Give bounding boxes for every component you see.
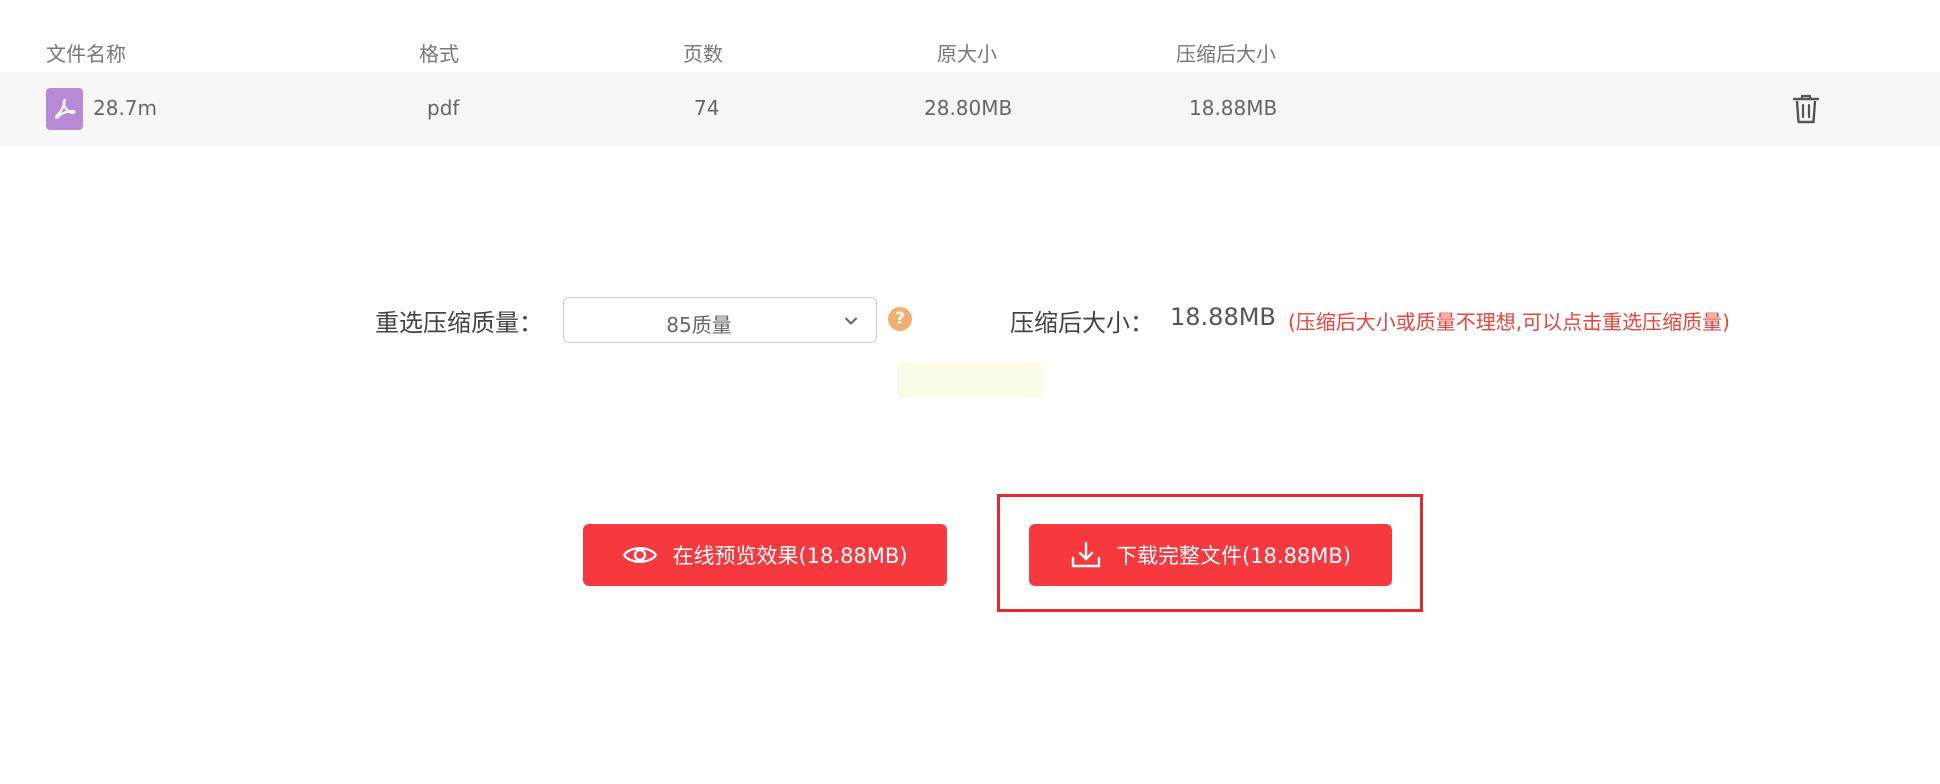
quality-selected-value: 85质量 bbox=[666, 313, 732, 337]
compressed-size-value: 18.88MB bbox=[1170, 303, 1276, 331]
file-row: 28.7m pdf 74 28.80MB 18.88MB bbox=[0, 72, 1940, 146]
header-original-size: 原大小 bbox=[937, 42, 997, 66]
quality-label: 重选压缩质量： bbox=[375, 309, 543, 337]
header-format: 格式 bbox=[419, 42, 459, 66]
question-icon[interactable]: ? bbox=[888, 307, 912, 331]
header-pages: 页数 bbox=[683, 42, 723, 66]
pdf-file-icon bbox=[46, 88, 83, 130]
compression-hint: (压缩后大小或质量不理想,可以点击重选压缩质量) bbox=[1288, 310, 1730, 334]
preview-button[interactable]: 在线预览效果(18.88MB) bbox=[583, 524, 947, 586]
chevron-down-icon bbox=[845, 317, 857, 325]
header-compressed-size: 压缩后大小 bbox=[1176, 42, 1276, 66]
file-name: 28.7m bbox=[93, 96, 158, 120]
file-format: pdf bbox=[427, 96, 460, 120]
eye-icon bbox=[623, 547, 658, 563]
download-button-label: 下载完整文件(18.88MB) bbox=[1115, 544, 1352, 568]
file-compressed-size: 18.88MB bbox=[1189, 96, 1278, 120]
header-file-name: 文件名称 bbox=[46, 42, 126, 66]
tooltip-placeholder bbox=[897, 362, 1043, 398]
trash-icon[interactable] bbox=[1790, 92, 1822, 126]
question-glyph: ? bbox=[895, 309, 905, 329]
download-icon bbox=[1071, 541, 1101, 568]
file-table-header: 文件名称 格式 页数 原大小 压缩后大小 bbox=[0, 28, 1940, 72]
compression-result-page: 文件名称 格式 页数 原大小 压缩后大小 28.7m pdf 74 28.80M… bbox=[0, 0, 1940, 784]
download-button[interactable]: 下载完整文件(18.88MB) bbox=[1029, 524, 1392, 586]
file-original-size: 28.80MB bbox=[924, 96, 1013, 120]
preview-button-label: 在线预览效果(18.88MB) bbox=[672, 544, 908, 568]
compressed-size-label: 压缩后大小： bbox=[1010, 309, 1154, 337]
quality-select[interactable]: 85质量 bbox=[563, 297, 877, 343]
file-pages: 74 bbox=[694, 96, 720, 120]
